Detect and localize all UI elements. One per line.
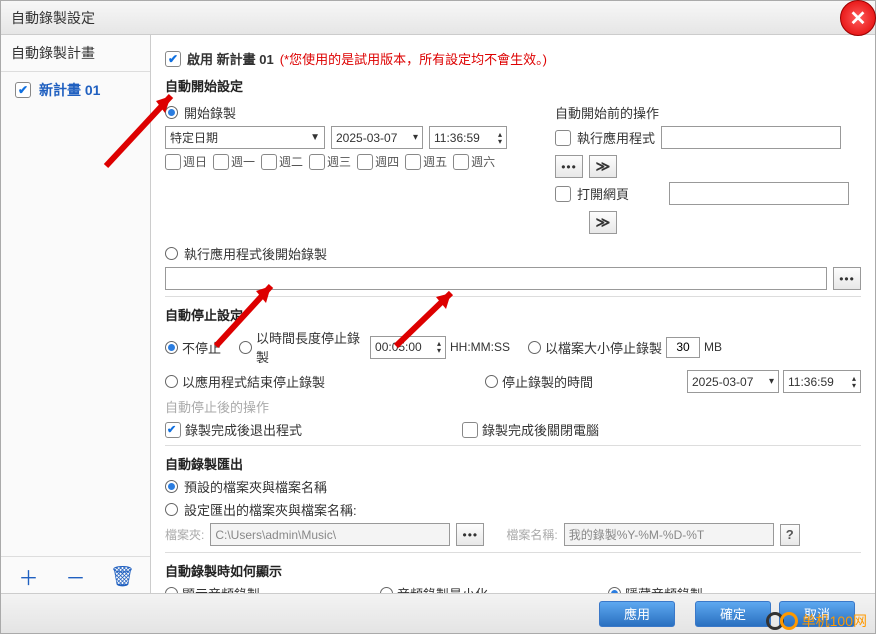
open-web-go-button[interactable]: ≫: [589, 211, 617, 234]
shutdown-after-record-checkbox[interactable]: [462, 422, 478, 438]
exec-app-label: 執行應用程式: [577, 128, 655, 147]
add-plan-button[interactable]: ＋: [14, 563, 44, 589]
date-mode-select[interactable]: 特定日期▼: [165, 126, 325, 149]
day-tue-checkbox[interactable]: [261, 154, 277, 170]
exit-after-record-label: 錄製完成後退出程式: [185, 420, 302, 439]
radio-start-recording[interactable]: [165, 106, 178, 119]
trial-note: (*您使用的是試用版本，所有設定均不會生效。): [280, 49, 547, 68]
no-stop-label: 不停止: [182, 338, 221, 357]
exit-after-record-checkbox[interactable]: [165, 422, 181, 438]
apply-button[interactable]: 應用: [599, 601, 675, 627]
day-fri-checkbox[interactable]: [405, 154, 421, 170]
start-recording-label: 開始錄製: [184, 103, 236, 122]
start-after-app-label: 執行應用程式後開始錄製: [184, 244, 327, 263]
sidebar: 自動錄製計畫 新計畫 01 ＋ － 🗑: [1, 35, 151, 595]
day-thu-checkbox[interactable]: [357, 154, 373, 170]
day-wed-checkbox[interactable]: [309, 154, 325, 170]
preop-title: 自動開始前的操作: [555, 103, 861, 122]
check-icon: [15, 82, 31, 98]
folder-input[interactable]: C:\Users\admin\Music\: [210, 523, 450, 546]
stop-duration-input[interactable]: 00:05:00▴▾: [370, 336, 446, 359]
open-web-label: 打開網頁: [577, 184, 629, 203]
watermark: 单机100网: [766, 611, 867, 631]
autostop-title: 自動停止設定: [165, 305, 861, 324]
open-web-checkbox[interactable]: [555, 186, 571, 202]
start-after-app-browse-button[interactable]: •••: [833, 267, 861, 290]
size-unit-label: MB: [704, 340, 722, 354]
stop-by-size-label: 以檔案大小停止錄製: [545, 338, 662, 357]
watermark-icon: [780, 612, 798, 630]
export-title: 自動錄製匯出: [165, 454, 861, 473]
filename-input[interactable]: 我的錄製%Y-%M-%D-%T: [564, 523, 774, 546]
custom-export-label: 設定匯出的檔案夾與檔案名稱:: [184, 500, 357, 519]
day-sat-checkbox[interactable]: [453, 154, 469, 170]
day-mon-checkbox[interactable]: [213, 154, 229, 170]
delete-plan-button[interactable]: 🗑: [108, 563, 138, 589]
exec-app-input[interactable]: [661, 126, 841, 149]
day-sun-checkbox[interactable]: [165, 154, 181, 170]
stop-size-input[interactable]: [666, 337, 700, 358]
settings-panel: 啟用 新計畫 01 (*您使用的是試用版本，所有設定均不會生效。) 自動開始設定…: [151, 35, 875, 595]
radio-no-stop[interactable]: [165, 341, 178, 354]
radio-stop-by-app[interactable]: [165, 375, 178, 388]
open-web-input[interactable]: [669, 182, 849, 205]
radio-start-after-app[interactable]: [165, 247, 178, 260]
ok-button[interactable]: 確定: [695, 601, 771, 627]
remove-plan-button[interactable]: －: [61, 563, 91, 589]
filename-help-button[interactable]: ?: [780, 524, 800, 546]
filename-label: 檔案名稱:: [506, 526, 557, 543]
radio-default-export[interactable]: [165, 480, 178, 493]
stop-by-time-label: 以時間長度停止錄製: [256, 328, 366, 366]
exec-app-go-button[interactable]: ≫: [589, 155, 617, 178]
radio-stop-by-time[interactable]: [239, 341, 252, 354]
autostart-title: 自動開始設定: [165, 76, 861, 95]
start-time-field[interactable]: 11:36:59▴▾: [429, 126, 507, 149]
stop-by-date-label: 停止錄製的時間: [502, 372, 593, 391]
sidebar-item-plan-01[interactable]: 新計畫 01: [1, 72, 150, 108]
enable-plan-checkbox[interactable]: [165, 51, 181, 67]
sidebar-item-label: 新計畫 01: [39, 80, 100, 100]
stop-by-app-label: 以應用程式結束停止錄製: [182, 372, 325, 391]
close-button[interactable]: ✕: [840, 0, 876, 36]
shutdown-after-record-label: 錄製完成後關閉電腦: [482, 420, 599, 439]
start-after-app-input[interactable]: [165, 267, 827, 290]
window-title: 自動錄製設定: [11, 8, 95, 28]
folder-label: 檔案夾:: [165, 526, 204, 543]
exec-app-browse-button[interactable]: •••: [555, 155, 583, 178]
folder-browse-button[interactable]: •••: [456, 523, 484, 546]
enable-plan-label: 啟用 新計畫 01: [187, 49, 274, 68]
stop-time-field[interactable]: 11:36:59▴▾: [783, 370, 861, 393]
radio-stop-by-date[interactable]: [485, 375, 498, 388]
sidebar-header: 自動錄製計畫: [1, 35, 150, 72]
radio-stop-by-size[interactable]: [528, 341, 541, 354]
time-format-label: HH:MM:SS: [450, 340, 510, 354]
radio-custom-export[interactable]: [165, 503, 178, 516]
display-title: 自動錄製時如何顯示: [165, 561, 861, 580]
after-stop-title: 自動停止後的操作: [165, 397, 861, 416]
stop-date-field[interactable]: 2025-03-07▾: [687, 370, 779, 393]
default-export-label: 預設的檔案夾與檔案名稱: [184, 477, 327, 496]
start-date-field[interactable]: 2025-03-07▾: [331, 126, 423, 149]
exec-app-checkbox[interactable]: [555, 130, 571, 146]
